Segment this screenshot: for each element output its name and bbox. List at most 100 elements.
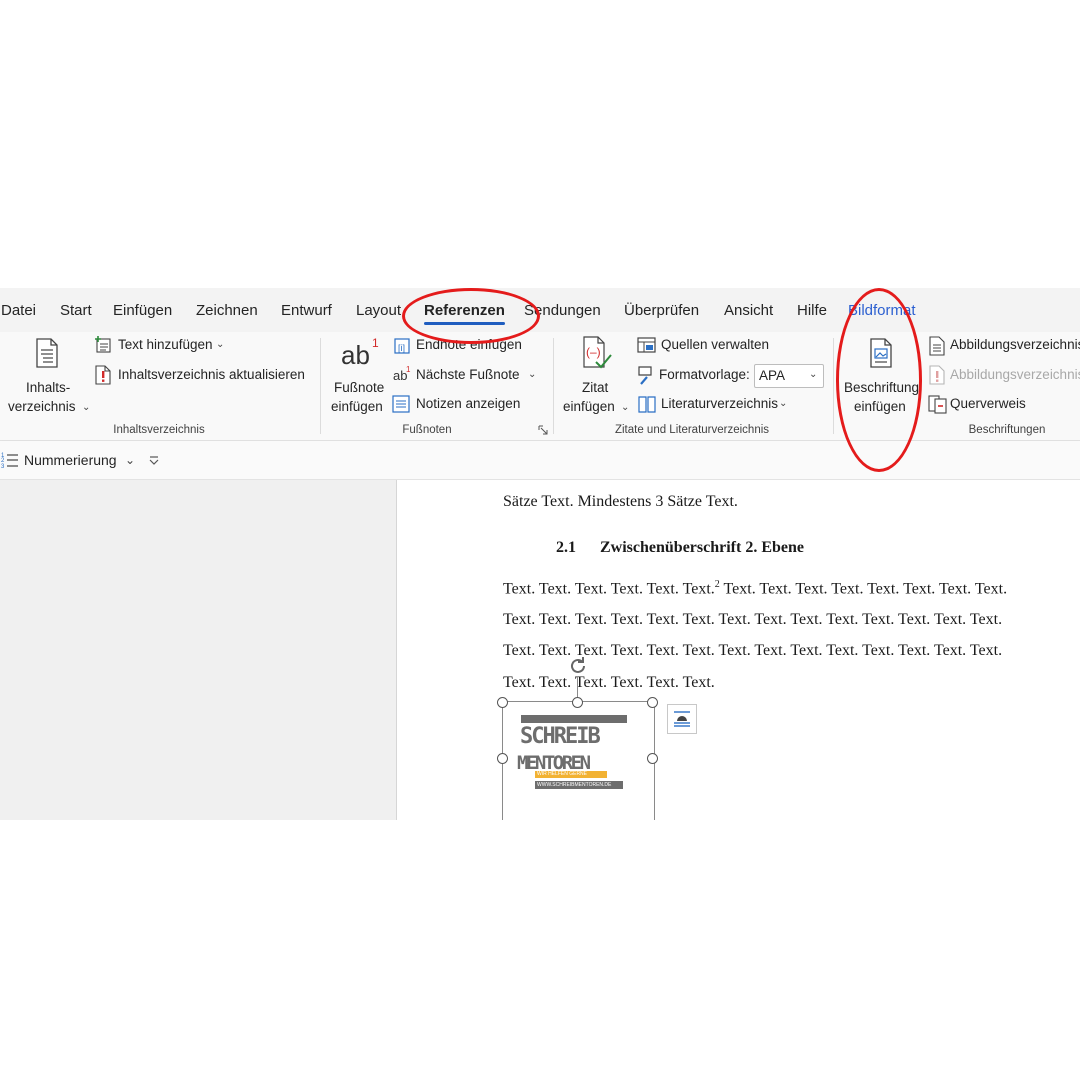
cross-reference-icon <box>928 395 947 414</box>
table-of-figures-icon <box>929 336 945 356</box>
layout-options-icon <box>674 711 690 727</box>
manage-sources-button[interactable]: Quellen verwalten <box>637 336 787 358</box>
resize-handle-top-left[interactable] <box>497 697 508 708</box>
ribbon-tab-bar: Datei Start Einfügen Zeichnen Entwurf La… <box>0 288 1080 332</box>
paragraph-line: Text. Text. Text. Text. Text. Text. Text… <box>503 611 1003 628</box>
svg-text:1: 1 <box>372 336 379 350</box>
citation-label-2: einfügen <box>563 399 615 414</box>
word-window: Datei Start Einfügen Zeichnen Entwurf La… <box>0 288 1080 820</box>
citation-style-select[interactable]: APA ⌄ <box>754 364 824 388</box>
insert-footnote-button[interactable]: ab 1 Fußnote einfügen <box>328 336 388 416</box>
logo-image: SCHREIB MENTOREN WIR HELFEN GERNE WWW.SC… <box>517 711 633 820</box>
chevron-down-icon: ⌄ <box>809 369 818 380</box>
paragraph-line: Text. Text. Text. Text. Text. Text.2 Tex… <box>503 579 1007 598</box>
logo-url: WWW.SCHREIBMENTOREN.DE <box>537 782 612 788</box>
bibliography-button[interactable]: Literaturverzeichnis ⌄ <box>637 394 797 416</box>
style-label: Formatvorlage: <box>659 367 750 382</box>
citation-label-1: Zitat <box>582 380 609 395</box>
next-footnote-button[interactable]: ab 1 Nächste Fußnote ⌄ <box>392 365 542 387</box>
cross-reference-button[interactable]: Querverweis <box>928 394 1048 416</box>
next-footnote-icon: ab 1 <box>393 365 411 383</box>
layout-options-button[interactable] <box>667 704 697 734</box>
tab-sendungen[interactable]: Sendungen <box>524 302 601 319</box>
tab-bildformat[interactable]: Bildformat <box>848 302 916 319</box>
tab-ueberpruefen[interactable]: Überprüfen <box>624 302 699 319</box>
chevron-down-icon[interactable]: ⌄ <box>125 453 135 467</box>
resize-handle-top[interactable] <box>572 697 583 708</box>
insert-caption-icon <box>870 338 892 368</box>
update-toc-label: Inhaltsverzeichnis aktualisieren <box>118 367 305 382</box>
group-separator <box>833 338 834 434</box>
tab-zeichnen[interactable]: Zeichnen <box>196 302 258 319</box>
tab-datei[interactable]: Datei <box>1 302 36 319</box>
show-notes-icon <box>392 395 410 413</box>
chevron-down-icon[interactable]: ⌄ <box>528 369 536 380</box>
show-notes-button[interactable]: Notizen anzeigen <box>392 394 532 416</box>
cross-reference-label: Querverweis <box>950 396 1026 411</box>
update-table-label: Abbildungsverzeichnis <box>950 367 1080 382</box>
footnote-ab-icon: ab 1 <box>341 336 379 370</box>
update-table-of-figures-button[interactable]: Abbildungsverzeichnis <box>928 365 1080 387</box>
show-notes-label: Notizen anzeigen <box>416 396 521 411</box>
group-separator <box>553 338 554 434</box>
group-label-citations: Zitate und Literaturverzeichnis <box>614 424 770 436</box>
tab-start[interactable]: Start <box>60 302 92 319</box>
toc-label-2: verzeichnis <box>8 399 76 414</box>
customize-toolbar-icon[interactable] <box>149 455 159 465</box>
update-document-icon <box>95 365 111 385</box>
tab-layout[interactable]: Layout <box>356 302 401 319</box>
toc-label-1: Inhalts- <box>26 380 71 395</box>
resize-handle-right[interactable] <box>647 753 658 764</box>
footnote-label-2: einfügen <box>331 399 383 414</box>
logo-text-line1: SCHREIB <box>520 724 601 749</box>
group-label-toc: Inhaltsverzeichnis <box>113 424 205 436</box>
numbering-label[interactable]: Nummerierung <box>24 452 117 468</box>
tab-entwurf[interactable]: Entwurf <box>281 302 332 319</box>
chevron-down-icon: ⌄ <box>82 402 91 413</box>
update-toc-button[interactable]: Inhaltsverzeichnis aktualisieren <box>94 365 306 387</box>
document-area: Sätze Text. Mindestens 3 Sätze Text. 2.1… <box>0 480 1080 820</box>
svg-text:3: 3 <box>1 464 5 469</box>
tab-hilfe[interactable]: Hilfe <box>797 302 827 319</box>
citation-icon: (–) <box>583 336 612 369</box>
tab-ansicht[interactable]: Ansicht <box>724 302 773 319</box>
resize-handle-left[interactable] <box>497 753 508 764</box>
paragraph-line: Text. Text. Text. Text. Text. Text. <box>503 674 715 691</box>
endnote-icon: [i] <box>394 338 410 354</box>
insert-endnote-button[interactable]: [i] Endnote einfügen <box>392 336 532 358</box>
tab-referenzen[interactable]: Referenzen <box>424 302 505 325</box>
toc-button[interactable]: Inhalts- verzeichnis ⌄ <box>6 336 91 416</box>
insert-citation-button[interactable]: (–) Zitat einfügen ⌄ <box>560 336 632 416</box>
rotate-handle-icon[interactable] <box>566 654 590 678</box>
document-page[interactable]: Sätze Text. Mindestens 3 Sätze Text. 2.1… <box>396 480 1080 820</box>
numbering-list-icon[interactable]: 1 2 3 <box>1 451 19 469</box>
manage-sources-label: Quellen verwalten <box>661 337 770 352</box>
insert-caption-button[interactable]: Beschriftung einfügen <box>840 336 922 416</box>
group-separator <box>320 338 321 434</box>
svg-text:[i]: [i] <box>398 343 405 353</box>
style-brush-icon <box>638 366 652 385</box>
heading-number: 2.1 <box>556 539 576 556</box>
add-text-label: Text hinzufügen <box>118 337 213 352</box>
paragraph-text: Text. Text. Text. Text. Text. Text. Text… <box>719 580 1008 598</box>
dialog-launcher-icon[interactable] <box>538 425 548 435</box>
insert-table-of-figures-button[interactable]: Abbildungsverzeichnis <box>928 336 1080 358</box>
caption-label-2: einfügen <box>854 399 906 414</box>
svg-text:1: 1 <box>406 365 411 374</box>
update-table-icon <box>929 365 945 385</box>
logo-tagline: WIR HELFEN GERNE <box>537 771 588 777</box>
svg-text:(–): (–) <box>586 345 601 359</box>
insert-endnote-label: Endnote einfügen <box>416 337 522 352</box>
chevron-down-icon: ⌄ <box>779 398 788 409</box>
resize-handle-top-right[interactable] <box>647 697 658 708</box>
paragraph-text: Text. Text. Text. Text. Text. Text. <box>503 580 715 598</box>
logo-tagline-bar: WIR HELFEN GERNE <box>535 771 607 778</box>
ribbon-referenzen: Inhalts- verzeichnis ⌄ Text hinzufügen ⌄… <box>0 332 1080 441</box>
table-of-contents-icon <box>36 338 58 368</box>
citation-style-row: Formatvorlage: APA ⌄ <box>637 364 827 388</box>
add-text-button[interactable]: Text hinzufügen ⌄ <box>94 336 234 358</box>
chevron-down-icon: ⌄ <box>621 402 630 413</box>
table-of-figures-label: Abbildungsverzeichnis <box>950 337 1080 352</box>
tab-einfuegen[interactable]: Einfügen <box>113 302 172 319</box>
manage-sources-icon <box>637 337 656 353</box>
